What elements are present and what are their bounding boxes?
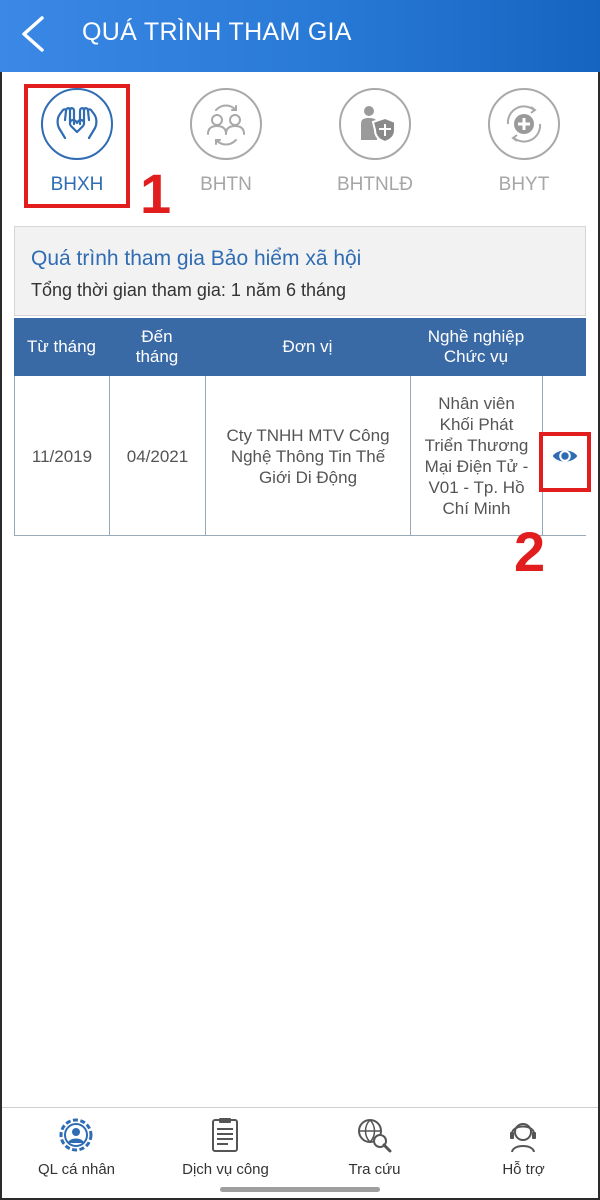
tab-bhtn[interactable]: BHTN	[151, 84, 301, 210]
summary-title: Quá trình tham gia Bảo hiểm xã hội	[31, 247, 362, 270]
app-header: QUÁ TRÌNH THAM GIA	[0, 0, 600, 72]
col-unit: Đơn vị	[282, 337, 333, 356]
annotation-number-1: 1	[140, 162, 172, 225]
back-arrow-icon[interactable]	[16, 14, 50, 54]
annotation-box-eye	[539, 432, 591, 492]
summary-duration: Tổng thời gian tham gia: 1 năm 6 tháng	[31, 280, 346, 300]
table-row: 11/2019 04/2021 Cty TNHH MTV Công Nghệ T…	[14, 376, 586, 536]
nav-dich-vu-cong[interactable]: Dịch vụ công	[151, 1108, 300, 1188]
home-indicator	[220, 1187, 380, 1192]
cell-job: Nhân viên Khối Phát Triển Thương Mại Điệ…	[411, 376, 543, 536]
col-job: Nghề nghiệp Chức vụ	[427, 327, 525, 366]
annotation-box-tab	[24, 84, 130, 208]
cell-to: 04/2021	[110, 376, 206, 536]
globe-search-icon	[358, 1119, 392, 1153]
worker-shield-icon	[339, 88, 411, 160]
nav-label: QL cá nhân	[38, 1161, 115, 1178]
summary-panel: Quá trình tham gia Bảo hiểm xã hội Tổng …	[14, 226, 586, 316]
cell-from: 11/2019	[15, 376, 110, 536]
headset-icon	[510, 1123, 536, 1153]
page-title: QUÁ TRÌNH THAM GIA	[82, 18, 352, 46]
col-to: Đến tháng	[135, 327, 179, 366]
medical-cross-icon	[488, 88, 560, 160]
nav-tra-cuu[interactable]: Tra cứu	[300, 1108, 449, 1188]
bottom-nav: QL cá nhân Dịch vụ công Tra cứu Hỗ trợ	[2, 1107, 598, 1187]
nav-ql-ca-nhan[interactable]: QL cá nhân	[2, 1108, 151, 1188]
table-header: Từ tháng Đến tháng Đơn vị Nghề nghiệp Ch…	[14, 318, 586, 376]
nav-ho-tro[interactable]: Hỗ trợ	[449, 1108, 598, 1188]
tab-label: BHTN	[200, 174, 252, 195]
people-exchange-icon	[190, 88, 262, 160]
annotation-number-2: 2	[514, 520, 546, 583]
tab-bhtnld[interactable]: BHTNLĐ	[300, 84, 450, 210]
person-gear-icon	[59, 1118, 93, 1152]
col-from: Từ tháng	[26, 337, 97, 356]
cell-unit: Cty TNHH MTV Công Nghệ Thông Tin Thế Giớ…	[206, 376, 411, 536]
nav-label: Dịch vụ công	[182, 1161, 269, 1178]
nav-label: Tra cứu	[348, 1161, 401, 1178]
clipboard-icon	[212, 1118, 238, 1152]
tab-label: BHYT	[498, 174, 550, 195]
tab-label: BHTNLĐ	[336, 174, 413, 195]
tab-bhyt[interactable]: BHYT	[449, 84, 599, 210]
nav-label: Hỗ trợ	[502, 1161, 545, 1178]
